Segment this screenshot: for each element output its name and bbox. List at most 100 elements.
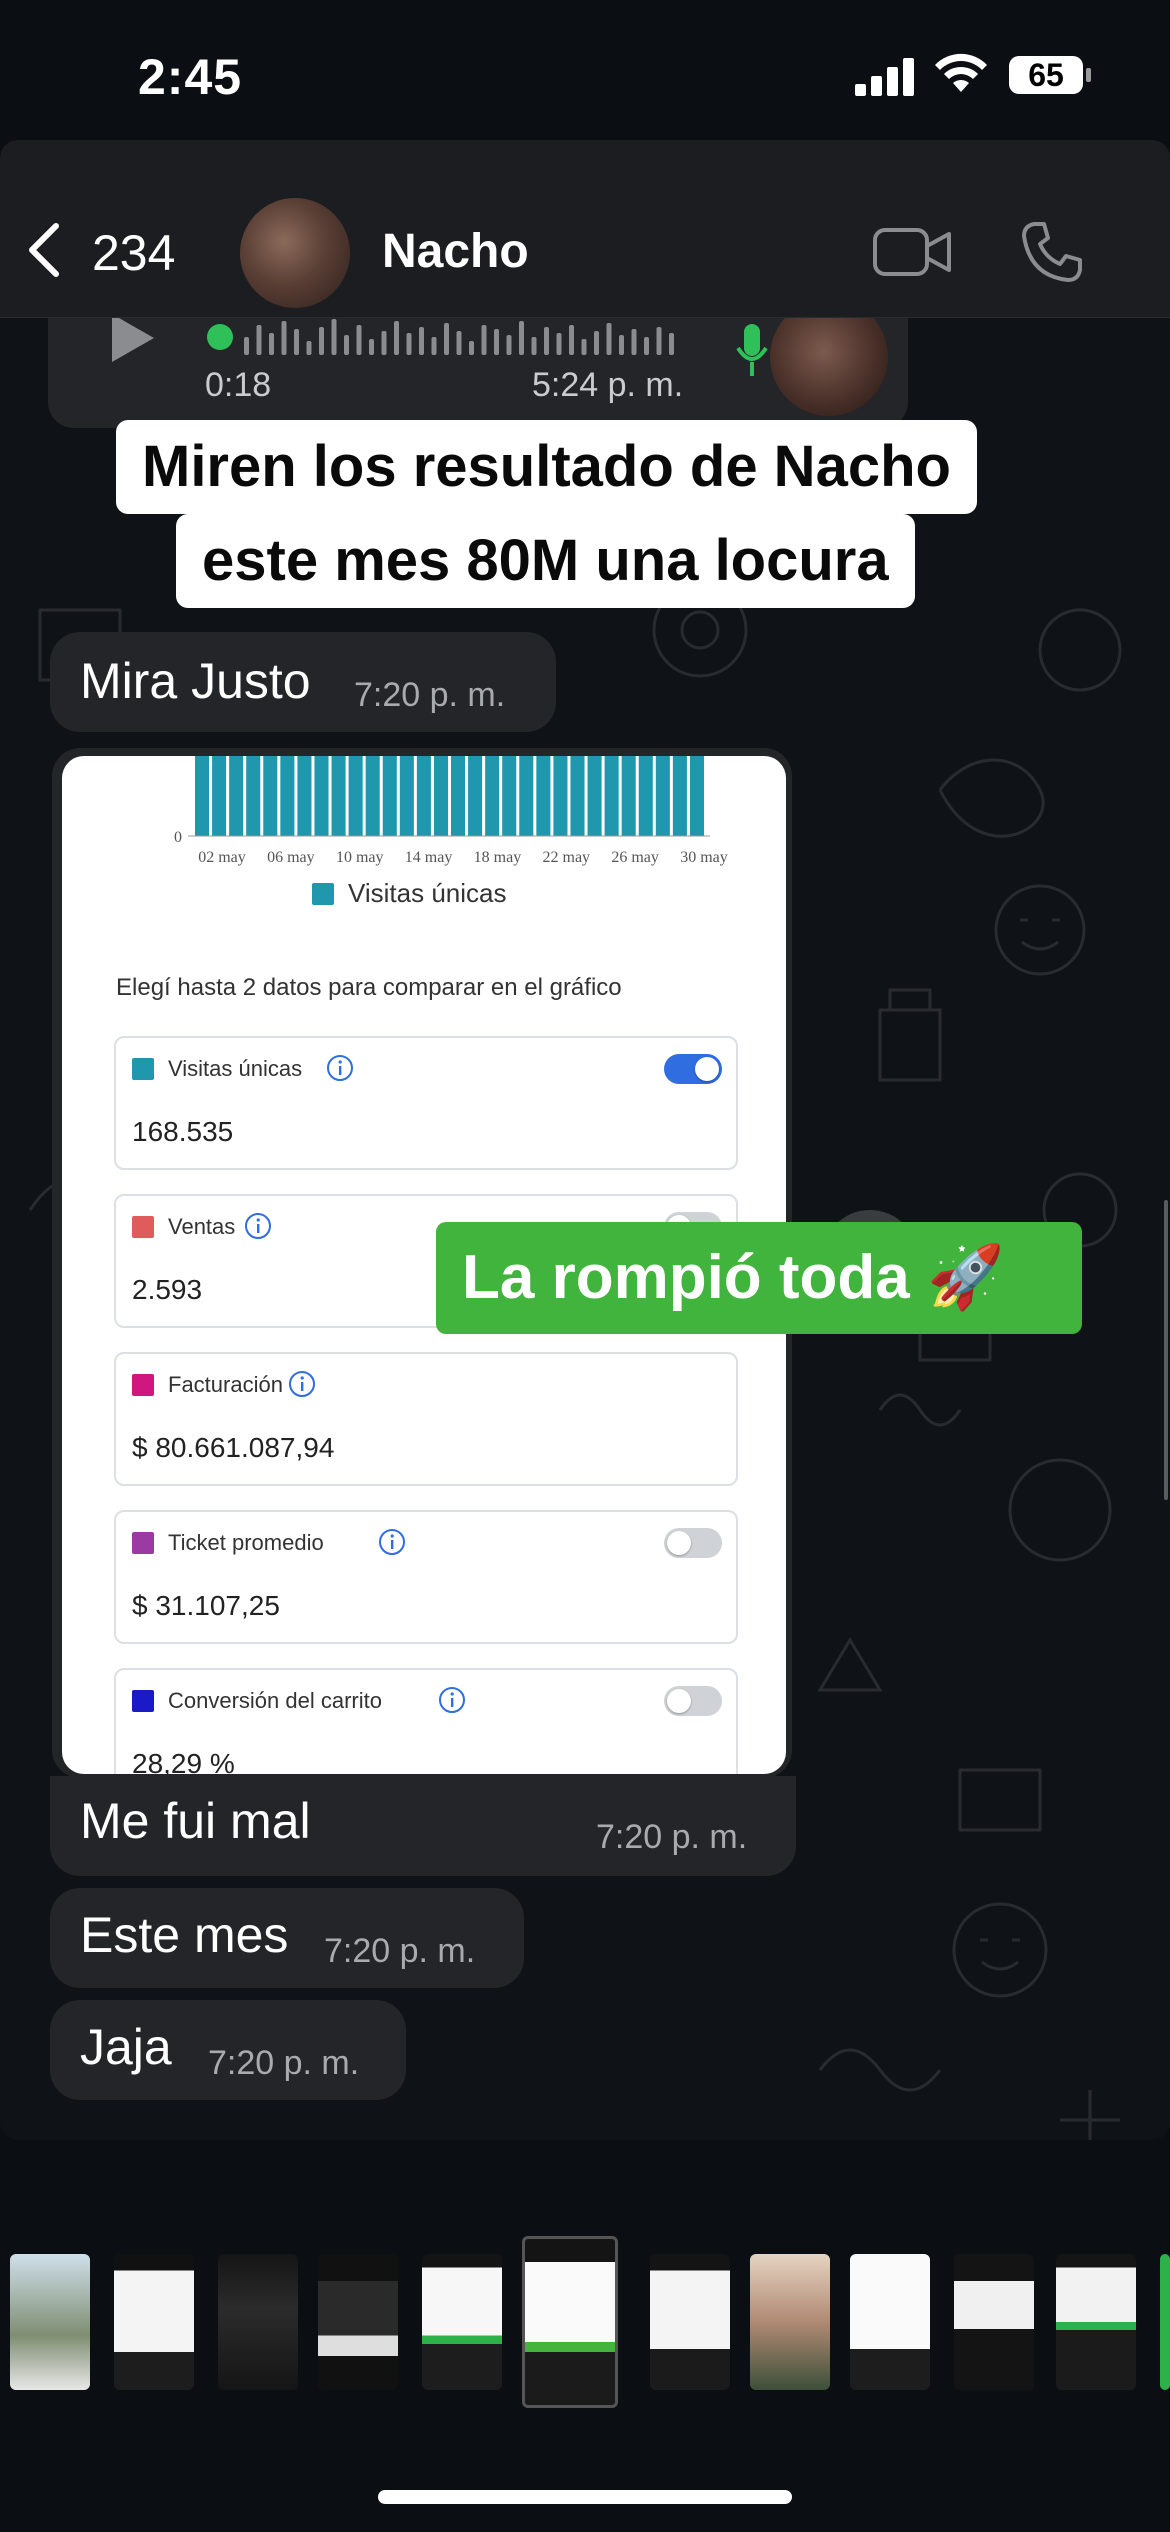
waveform-bar bbox=[344, 335, 349, 355]
story-thumbnail[interactable] bbox=[1160, 2254, 1170, 2390]
metric-value: 168.535 bbox=[132, 1116, 234, 1147]
message-time: 7:20 p. m. bbox=[596, 1818, 748, 1856]
waveform-bar bbox=[669, 333, 674, 355]
message-bubble[interactable]: Mira Justo 7:20 p. m. bbox=[50, 632, 556, 732]
message-time: 7:20 p. m. bbox=[324, 1932, 476, 1970]
green-caption: La rompió toda 🚀 bbox=[436, 1222, 1082, 1334]
metric-card-facturacion[interactable]: Facturación $ 80.661.087,94 bbox=[114, 1352, 738, 1486]
chart-bar bbox=[570, 756, 585, 836]
phone-call-icon[interactable] bbox=[1020, 220, 1084, 284]
chart-bar bbox=[485, 756, 500, 836]
metric-card-visitas[interactable]: Visitas únicas 168.535 bbox=[114, 1036, 738, 1170]
waveform-bar bbox=[456, 331, 462, 355]
waveform-bar bbox=[381, 331, 387, 355]
info-icon[interactable] bbox=[326, 1054, 354, 1082]
waveform-bar bbox=[244, 337, 249, 355]
waveform-bar bbox=[494, 329, 499, 355]
story-thumbnail[interactable] bbox=[1056, 2254, 1136, 2390]
message-text: Jaja bbox=[80, 2019, 172, 2075]
story-thumbnail[interactable] bbox=[10, 2254, 90, 2390]
story-thumbnail[interactable] bbox=[218, 2254, 298, 2390]
message-bubble[interactable]: Este mes 7:20 p. m. bbox=[50, 1888, 524, 1988]
story-thumbnail[interactable] bbox=[318, 2254, 398, 2390]
status-bar: 2:45 65 bbox=[0, 0, 1170, 140]
waveform-bar bbox=[269, 333, 274, 355]
chart-bar bbox=[212, 756, 227, 836]
metric-toggle[interactable] bbox=[664, 1054, 722, 1084]
waveform-bar bbox=[519, 321, 524, 355]
metric-toggle[interactable] bbox=[664, 1686, 722, 1716]
metric-label: Conversión del carrito bbox=[168, 1688, 382, 1713]
metric-label: Visitas únicas bbox=[168, 1056, 303, 1081]
home-indicator[interactable] bbox=[378, 2490, 792, 2504]
metric-value: 28,29 % bbox=[132, 1748, 235, 1774]
chart-bar bbox=[331, 756, 346, 836]
waveform-bar bbox=[481, 325, 487, 355]
metric-swatch bbox=[132, 1058, 154, 1080]
waveform-bar bbox=[319, 327, 324, 355]
chat-header: 234 Nacho bbox=[0, 140, 1170, 318]
metric-swatch bbox=[132, 1532, 154, 1554]
visits-bar-chart: 0 02 may 06 may 10 may 14 may 18 may 22 may 26 … bbox=[174, 756, 728, 866]
waveform-bar bbox=[631, 329, 637, 355]
chart-bar bbox=[280, 756, 295, 836]
chart-bar bbox=[433, 756, 448, 836]
story-thumbnail[interactable] bbox=[750, 2254, 830, 2390]
story-thumbnail[interactable] bbox=[114, 2254, 194, 2390]
waveform-bar bbox=[356, 325, 362, 355]
voice-time: 5:24 p. m. bbox=[532, 366, 684, 404]
contact-avatar[interactable] bbox=[240, 198, 350, 308]
unread-count[interactable]: 234 bbox=[92, 224, 175, 282]
x-tick-label: 18 may bbox=[474, 849, 522, 866]
metric-card-conversion[interactable]: Conversión del carrito 28,29 % bbox=[114, 1668, 738, 1774]
metric-swatch bbox=[132, 1690, 154, 1712]
chart-bar bbox=[451, 756, 466, 836]
contact-name[interactable]: Nacho bbox=[382, 224, 529, 279]
waveform-bar bbox=[419, 327, 424, 355]
chart-bar bbox=[587, 756, 602, 836]
play-icon[interactable] bbox=[108, 310, 158, 366]
waveform-bar bbox=[469, 341, 474, 355]
waveform-bar bbox=[644, 337, 649, 355]
x-tick-label: 26 may bbox=[611, 849, 659, 866]
metric-swatch bbox=[132, 1216, 154, 1238]
story-thumbnail[interactable] bbox=[850, 2254, 930, 2390]
chart-bar bbox=[297, 756, 312, 836]
info-icon[interactable] bbox=[288, 1370, 316, 1398]
caption-line-1: Miren los resultado de Nacho bbox=[116, 420, 977, 514]
waveform-bar bbox=[594, 331, 599, 355]
message-bubble[interactable]: Jaja 7:20 p. m. bbox=[50, 2000, 406, 2100]
battery-level: 65 bbox=[1028, 57, 1064, 93]
chart-bar bbox=[468, 756, 483, 836]
video-call-icon[interactable] bbox=[872, 224, 952, 280]
back-chevron-icon[interactable] bbox=[24, 222, 64, 278]
story-thumbnail-current[interactable] bbox=[522, 2236, 618, 2408]
info-icon[interactable] bbox=[438, 1686, 466, 1714]
message-bubble[interactable]: Me fui mal 7:20 p. m. bbox=[50, 1776, 796, 1876]
metric-value: 2.593 bbox=[132, 1274, 203, 1305]
story-thumbnail-strip bbox=[0, 2236, 1170, 2408]
message-text: Este mes bbox=[80, 1907, 289, 1963]
chart-bar bbox=[314, 756, 329, 836]
message-text: Mira Justo bbox=[80, 653, 311, 709]
chart-bar bbox=[399, 756, 414, 836]
story-thumbnail[interactable] bbox=[650, 2254, 730, 2390]
chart-bar bbox=[229, 756, 244, 836]
story-screen: 2:45 65 0:18 5:24 p. m. 234 Nacho Miren … bbox=[0, 0, 1170, 2532]
info-icon[interactable] bbox=[378, 1528, 406, 1556]
chart-bar bbox=[246, 756, 261, 836]
x-tick-label: 14 may bbox=[405, 849, 453, 866]
waveform-bar bbox=[331, 319, 337, 355]
chart-bar bbox=[689, 756, 704, 836]
message-text: Me fui mal bbox=[80, 1793, 311, 1849]
story-thumbnail[interactable] bbox=[954, 2254, 1034, 2390]
story-thumbnail[interactable] bbox=[422, 2254, 502, 2390]
waveform-bar bbox=[394, 321, 399, 355]
metric-card-ticket[interactable]: Ticket promedio $ 31.107,25 bbox=[114, 1510, 738, 1644]
info-icon[interactable] bbox=[244, 1212, 272, 1240]
metric-toggle[interactable] bbox=[664, 1528, 722, 1558]
x-tick-label: 06 may bbox=[267, 849, 315, 866]
chart-bar bbox=[365, 756, 380, 836]
metric-swatch bbox=[132, 1374, 154, 1396]
scroll-indicator[interactable] bbox=[1164, 1200, 1168, 1500]
